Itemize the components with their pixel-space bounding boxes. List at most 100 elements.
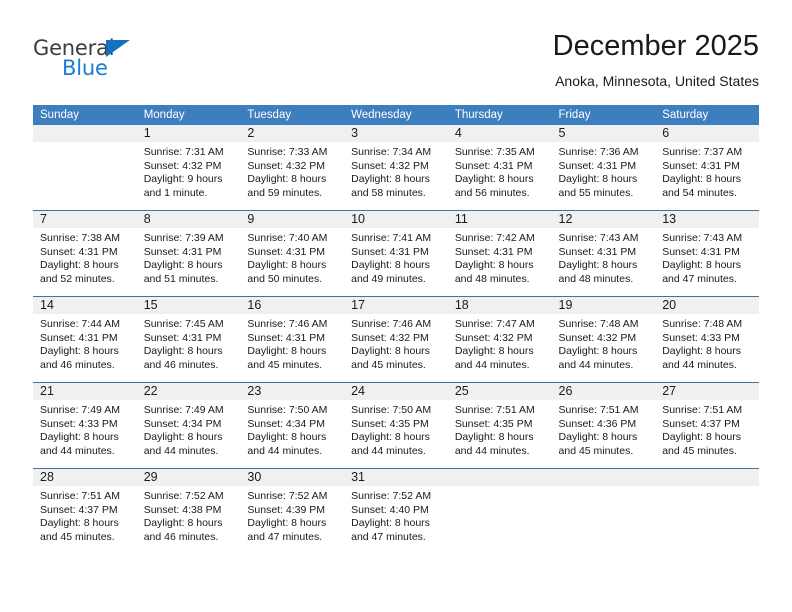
calendar-day-cell[interactable]: 24 Sunrise: 7:50 AM Sunset: 4:35 PM Dayligh… xyxy=(344,382,448,469)
calendar-day-cell[interactable]: 20 Sunrise: 7:48 AM Sunset: 4:33 PM Dayligh… xyxy=(655,296,759,383)
calendar-day-cell[interactable]: 9 Sunrise: 7:40 AM Sunset: 4:31 PM Daylight… xyxy=(240,210,345,297)
day-details xyxy=(552,486,656,490)
daylight-duration-line-2: and 47 minutes. xyxy=(247,530,323,543)
calendar-day-cell[interactable]: 2 Sunrise: 7:33 AM Sunset: 4:32 PM Daylight… xyxy=(240,125,345,211)
calendar-day-cell-empty xyxy=(551,468,656,554)
daylight-duration-line-1: Daylight: 8 hours xyxy=(247,345,327,358)
calendar-day-cell[interactable]: 3 Sunrise: 7:34 AM Sunset: 4:32 PM Daylight… xyxy=(344,125,448,211)
daylight-duration-line-2: and 51 minutes. xyxy=(143,272,219,285)
day-details: Sunrise: 7:36 AM Sunset: 4:31 PM Daylight:… xyxy=(552,142,656,200)
day-number: 31 xyxy=(344,469,448,486)
daylight-duration-line-1: Daylight: 8 hours xyxy=(143,517,223,530)
daylight-duration-line-1: Daylight: 8 hours xyxy=(351,345,430,358)
calendar-day-cell[interactable]: 31 Sunrise: 7:52 AM Sunset: 4:40 PM Dayligh… xyxy=(344,468,448,554)
sunset-time: Sunset: 4:31 PM xyxy=(40,245,118,258)
day-number: 1 xyxy=(136,125,241,142)
sunset-time: Sunset: 4:32 PM xyxy=(351,331,429,344)
calendar-day-cell[interactable]: 27 Sunrise: 7:51 AM Sunset: 4:37 PM Dayligh… xyxy=(655,382,759,469)
day-details: Sunrise: 7:41 AM Sunset: 4:31 PM Daylight:… xyxy=(344,228,448,286)
day-details: Sunrise: 7:51 AM Sunset: 4:37 PM Daylight:… xyxy=(655,400,759,458)
daylight-duration-line-2: and 44 minutes. xyxy=(558,358,634,371)
daylight-duration-line-2: and 1 minute. xyxy=(143,186,208,199)
calendar-day-cell[interactable]: 6 Sunrise: 7:37 AM Sunset: 4:31 PM Daylight… xyxy=(655,125,759,211)
calendar-day-cell[interactable]: 23 Sunrise: 7:50 AM Sunset: 4:34 PM Dayligh… xyxy=(240,382,345,469)
day-number: 25 xyxy=(447,383,552,400)
calendar-day-cell[interactable]: 13 Sunrise: 7:43 AM Sunset: 4:31 PM Dayligh… xyxy=(655,210,759,297)
day-number: 8 xyxy=(136,211,241,228)
day-number: 7 xyxy=(33,211,137,228)
calendar-day-cell[interactable]: 22 Sunrise: 7:49 AM Sunset: 4:34 PM Dayligh… xyxy=(136,382,241,469)
sunrise-time: Sunrise: 7:51 AM xyxy=(662,404,743,416)
day-number: 14 xyxy=(33,297,137,314)
daylight-duration-line-1: Daylight: 8 hours xyxy=(454,431,534,444)
weekday-header-wednesday: Wednesday xyxy=(344,105,448,125)
day-number: 9 xyxy=(240,211,345,228)
general-blue-logo[interactable]: General Blue xyxy=(33,36,233,92)
calendar-day-cell[interactable]: 16 Sunrise: 7:46 AM Sunset: 4:31 PM Dayligh… xyxy=(240,296,345,383)
day-details: Sunrise: 7:43 AM Sunset: 4:31 PM Daylight:… xyxy=(552,228,656,286)
sunset-time: Sunset: 4:31 PM xyxy=(143,331,222,344)
sunrise-time: Sunrise: 7:46 AM xyxy=(351,318,432,330)
sunset-time: Sunset: 4:31 PM xyxy=(558,245,637,258)
calendar-day-cell[interactable]: 1 Sunrise: 7:31 AM Sunset: 4:32 PM Daylight… xyxy=(136,125,241,211)
daylight-duration-line-1: Daylight: 8 hours xyxy=(351,173,430,186)
sunset-time: Sunset: 4:38 PM xyxy=(143,503,222,516)
calendar-day-cell[interactable]: 14 Sunrise: 7:44 AM Sunset: 4:31 PM Dayligh… xyxy=(33,296,137,383)
sunrise-time: Sunrise: 7:35 AM xyxy=(454,146,535,158)
sunrise-time: Sunrise: 7:52 AM xyxy=(247,490,328,502)
daylight-duration-line-1: Daylight: 8 hours xyxy=(40,259,119,272)
day-details: Sunrise: 7:49 AM Sunset: 4:34 PM Daylight:… xyxy=(137,400,241,458)
sunset-time: Sunset: 4:32 PM xyxy=(454,331,533,344)
sunset-time: Sunset: 4:31 PM xyxy=(143,245,222,258)
daylight-duration-line-2: and 50 minutes. xyxy=(247,272,323,285)
calendar-day-cell[interactable]: 12 Sunrise: 7:43 AM Sunset: 4:31 PM Dayligh… xyxy=(551,210,656,297)
page-subtitle: Anoka, Minnesota, United States xyxy=(555,73,759,89)
calendar-week-row: 14 Sunrise: 7:44 AM Sunset: 4:31 PM Dayligh… xyxy=(33,296,759,383)
daylight-duration-line-2: and 59 minutes. xyxy=(247,186,323,199)
calendar-day-cell-empty xyxy=(447,468,552,554)
calendar-day-cell[interactable]: 30 Sunrise: 7:52 AM Sunset: 4:39 PM Dayligh… xyxy=(240,468,345,554)
day-details: Sunrise: 7:42 AM Sunset: 4:31 PM Daylight:… xyxy=(448,228,552,286)
daylight-duration-line-1: Daylight: 9 hours xyxy=(143,173,223,186)
calendar-day-cell[interactable]: 17 Sunrise: 7:46 AM Sunset: 4:32 PM Dayligh… xyxy=(344,296,448,383)
sunrise-time: Sunrise: 7:51 AM xyxy=(454,404,535,416)
calendar-week-row: 21 Sunrise: 7:49 AM Sunset: 4:33 PM Dayligh… xyxy=(33,382,759,469)
calendar-day-cell[interactable]: 25 Sunrise: 7:51 AM Sunset: 4:35 PM Dayligh… xyxy=(447,382,552,469)
sunrise-time: Sunrise: 7:43 AM xyxy=(558,232,639,244)
day-number: 23 xyxy=(240,383,345,400)
day-number: 11 xyxy=(447,211,552,228)
calendar-day-cell[interactable]: 26 Sunrise: 7:51 AM Sunset: 4:36 PM Dayligh… xyxy=(551,382,656,469)
calendar-day-cell[interactable]: 10 Sunrise: 7:41 AM Sunset: 4:31 PM Dayligh… xyxy=(344,210,448,297)
sunrise-time: Sunrise: 7:51 AM xyxy=(558,404,639,416)
sunrise-time: Sunrise: 7:50 AM xyxy=(247,404,328,416)
day-number: 13 xyxy=(655,211,759,228)
day-number: 17 xyxy=(344,297,448,314)
calendar-day-cell[interactable]: 29 Sunrise: 7:52 AM Sunset: 4:38 PM Dayligh… xyxy=(136,468,241,554)
day-details xyxy=(655,486,759,490)
day-details: Sunrise: 7:50 AM Sunset: 4:35 PM Daylight:… xyxy=(344,400,448,458)
calendar-day-cell[interactable]: 18 Sunrise: 7:47 AM Sunset: 4:32 PM Dayligh… xyxy=(447,296,552,383)
day-details: Sunrise: 7:43 AM Sunset: 4:31 PM Daylight:… xyxy=(655,228,759,286)
calendar-day-cell[interactable]: 8 Sunrise: 7:39 AM Sunset: 4:31 PM Daylight… xyxy=(136,210,241,297)
day-details xyxy=(448,486,552,490)
calendar-day-cell[interactable]: 15 Sunrise: 7:45 AM Sunset: 4:31 PM Dayligh… xyxy=(136,296,241,383)
day-number: 10 xyxy=(344,211,448,228)
calendar-day-cell[interactable]: 5 Sunrise: 7:36 AM Sunset: 4:31 PM Daylight… xyxy=(551,125,656,211)
sunrise-time: Sunrise: 7:48 AM xyxy=(558,318,639,330)
daylight-duration-line-2: and 49 minutes. xyxy=(351,272,426,285)
sunrise-time: Sunrise: 7:52 AM xyxy=(143,490,224,502)
day-number: 4 xyxy=(447,125,552,142)
daylight-duration-line-1: Daylight: 8 hours xyxy=(351,431,430,444)
calendar-day-cell[interactable]: 7 Sunrise: 7:38 AM Sunset: 4:31 PM Daylight… xyxy=(33,210,137,297)
calendar-day-cell[interactable]: 4 Sunrise: 7:35 AM Sunset: 4:31 PM Daylight… xyxy=(447,125,552,211)
calendar-day-cell[interactable]: 11 Sunrise: 7:42 AM Sunset: 4:31 PM Dayligh… xyxy=(447,210,552,297)
sunrise-time: Sunrise: 7:31 AM xyxy=(143,146,224,158)
day-number: 27 xyxy=(655,383,759,400)
sunset-time: Sunset: 4:35 PM xyxy=(351,417,429,430)
calendar-day-cell[interactable]: 19 Sunrise: 7:48 AM Sunset: 4:32 PM Dayligh… xyxy=(551,296,656,383)
sunrise-time: Sunrise: 7:33 AM xyxy=(247,146,328,158)
calendar-header-row: Sunday Monday Tuesday Wednesday Thursday Frid… xyxy=(33,105,759,125)
calendar-day-cell[interactable]: 21 Sunrise: 7:49 AM Sunset: 4:33 PM Dayligh… xyxy=(33,382,137,469)
calendar-day-cell[interactable]: 28 Sunrise: 7:51 AM Sunset: 4:37 PM Dayligh… xyxy=(33,468,137,554)
sunrise-time: Sunrise: 7:48 AM xyxy=(662,318,743,330)
